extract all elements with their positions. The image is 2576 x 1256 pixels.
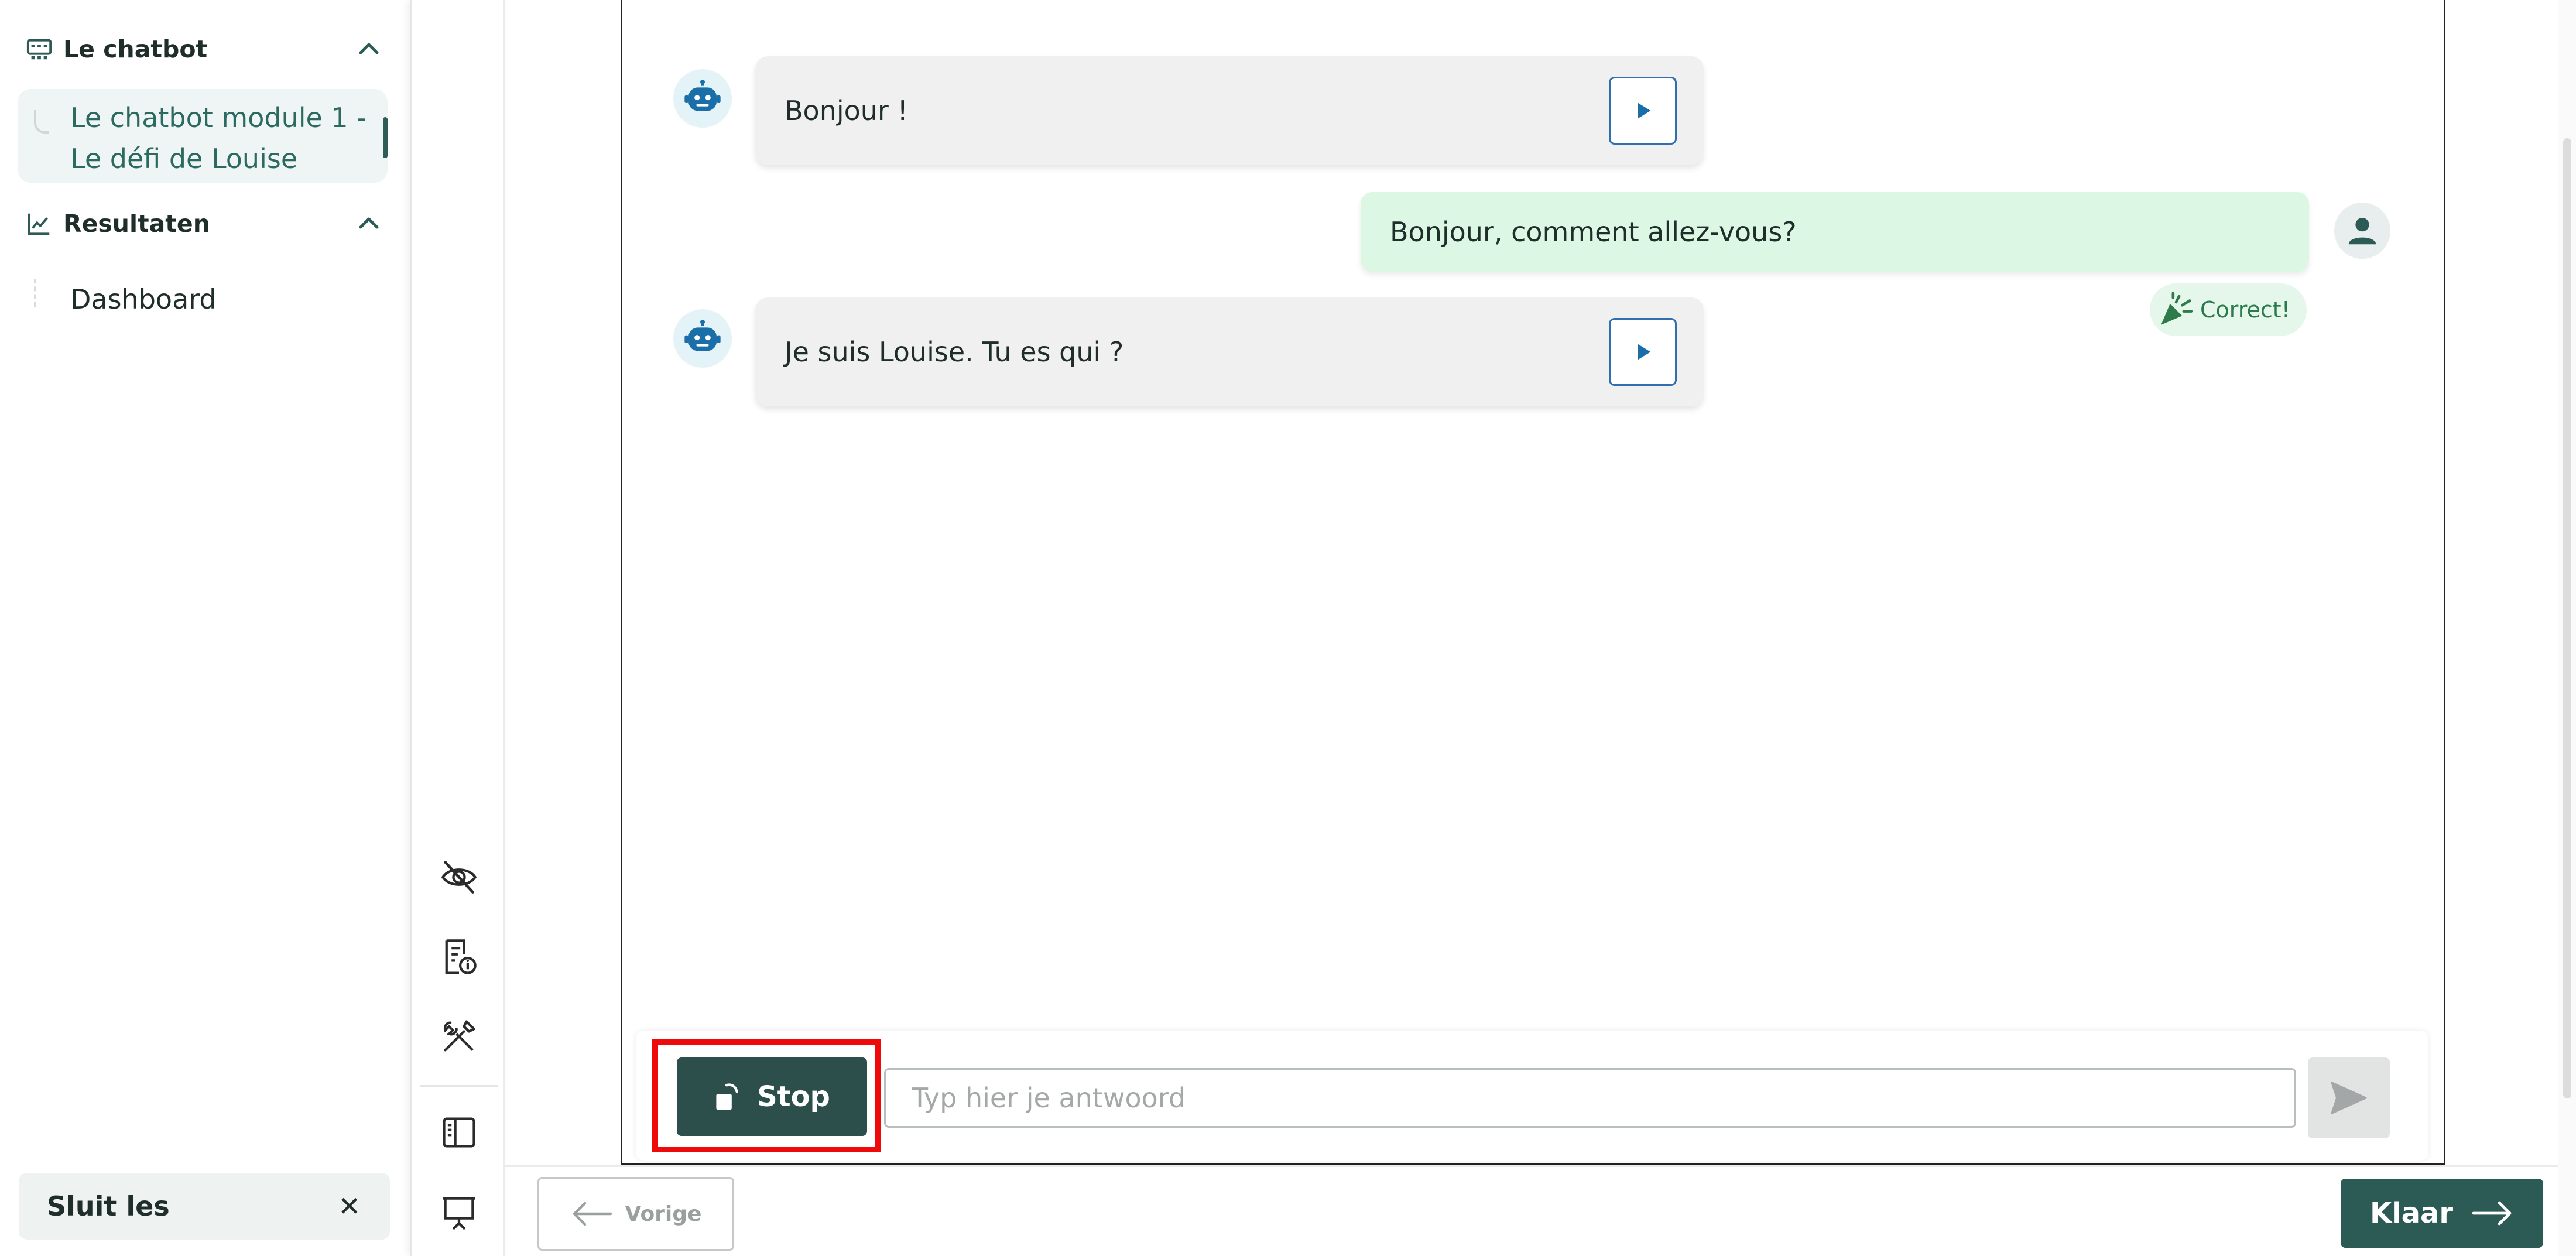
section-header-resultaten[interactable]: Resultaten	[26, 200, 383, 247]
presentation-icon	[443, 1197, 475, 1230]
chatbot-icon	[26, 39, 52, 60]
tree-connector	[34, 110, 49, 134]
stop-recording-button[interactable]: Stop	[677, 1057, 867, 1136]
stop-recording-icon	[716, 1083, 738, 1110]
rail-divider	[420, 1085, 498, 1087]
sidebar-item-label: Le chatbot module 1 - Le défi de Louise	[70, 102, 366, 174]
message-text: Je suis Louise. Tu es qui ?	[785, 336, 1124, 368]
footer-divider	[505, 1165, 2576, 1167]
chevron-up-icon[interactable]	[355, 210, 383, 238]
previous-label: Vorige	[625, 1202, 702, 1226]
feedback-badge: Correct!	[2150, 283, 2307, 336]
close-icon: ✕	[338, 1190, 361, 1222]
bot-message: Bonjour !	[755, 56, 1704, 165]
stop-label: Stop	[757, 1080, 830, 1113]
toggle-sidebar-button[interactable]	[438, 1111, 480, 1154]
close-lesson-label: Sluit les	[47, 1190, 170, 1222]
play-icon	[1638, 344, 1651, 360]
active-indicator	[383, 117, 388, 158]
lesson-sidebar: Le chatbot Le chatbot module 1 - Le défi…	[0, 0, 410, 1256]
arrow-left-icon	[573, 1202, 612, 1226]
sidebar-item-dashboard[interactable]: Dashboard	[18, 268, 388, 338]
previous-button[interactable]: Vorige	[537, 1177, 734, 1251]
message-text: Bonjour, comment allez-vous?	[1390, 216, 1797, 248]
tree-connector	[34, 279, 49, 307]
eye-off-icon	[441, 861, 477, 894]
arrow-right-icon	[2472, 1201, 2512, 1226]
done-label: Klaar	[2369, 1197, 2454, 1230]
message-text: Bonjour !	[785, 95, 908, 126]
document-info-icon	[445, 939, 477, 974]
bot-avatar	[673, 309, 732, 368]
scrollbar-thumb[interactable]	[2563, 138, 2571, 1098]
tools-button[interactable]	[438, 1015, 480, 1057]
play-icon	[1638, 102, 1651, 119]
done-button[interactable]: Klaar	[2341, 1179, 2543, 1248]
person-icon	[2348, 218, 2376, 245]
sidebar-panel-icon	[443, 1117, 475, 1148]
section-header-chatbot[interactable]: Le chatbot	[26, 26, 383, 73]
section-title: Resultaten	[63, 210, 210, 238]
chevron-up-icon[interactable]	[355, 35, 383, 63]
bot-avatar	[673, 69, 732, 128]
chart-line-icon	[28, 213, 50, 235]
party-popper-icon	[2161, 292, 2193, 325]
answer-input[interactable]	[884, 1068, 2296, 1128]
send-icon	[2331, 1082, 2367, 1114]
sidebar-item-chatbot-module-1[interactable]: Le chatbot module 1 - Le défi de Louise	[18, 89, 388, 183]
robot-icon	[684, 80, 721, 111]
robot-icon	[684, 320, 721, 351]
tool-rail	[410, 0, 505, 1256]
feedback-text: Correct!	[2200, 297, 2290, 323]
user-message: Bonjour, comment allez-vous?	[1361, 192, 2309, 272]
play-audio-button[interactable]	[1609, 77, 1677, 145]
hide-button[interactable]	[438, 856, 480, 898]
user-avatar	[2334, 203, 2390, 259]
lesson-info-button[interactable]	[438, 936, 480, 978]
play-audio-button[interactable]	[1609, 318, 1677, 386]
section-title: Le chatbot	[63, 35, 208, 63]
tools-icon	[443, 1020, 475, 1052]
presentation-button[interactable]	[438, 1191, 480, 1233]
close-lesson-button[interactable]: Sluit les ✕	[19, 1173, 390, 1240]
chat-frame	[621, 0, 2445, 1165]
send-button[interactable]	[2308, 1057, 2390, 1138]
sidebar-item-label: Dashboard	[70, 283, 217, 315]
bot-message: Je suis Louise. Tu es qui ?	[755, 297, 1704, 406]
